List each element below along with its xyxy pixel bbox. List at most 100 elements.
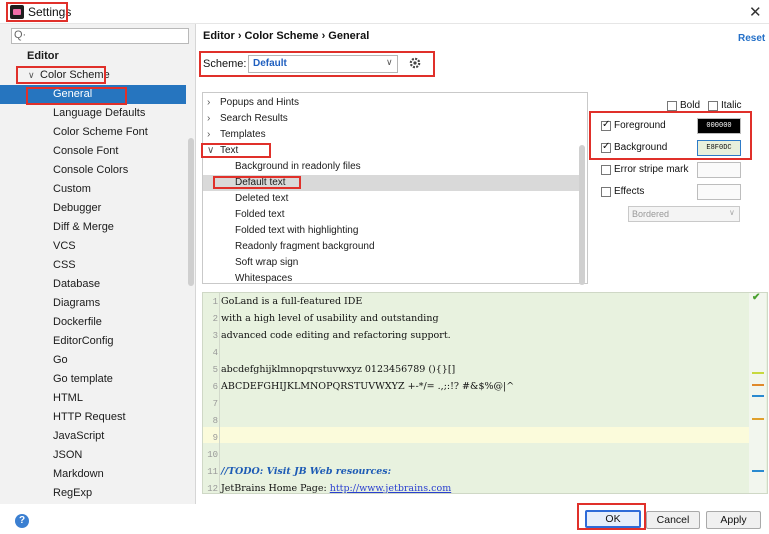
sidebar-item-color-scheme-font[interactable]: Color Scheme Font — [0, 123, 186, 142]
effect-type-dropdown[interactable]: Bordered — [628, 206, 740, 222]
sidebar-item-general[interactable]: General — [0, 85, 186, 104]
option-item[interactable]: Readonly fragment background — [203, 239, 583, 255]
code-link[interactable]: http://www.jetbrains.com — [330, 483, 452, 494]
bold-label: Bold — [680, 100, 701, 111]
search-icon: Q· — [14, 29, 27, 41]
cancel-button[interactable]: Cancel — [646, 511, 700, 529]
sidebar-item-database[interactable]: Database — [0, 275, 186, 294]
background-checkbox[interactable] — [601, 141, 611, 153]
chevron-right-icon[interactable]: › — [207, 127, 210, 143]
option-item[interactable]: Whitespaces — [203, 271, 583, 283]
sidebar-item-diagrams[interactable]: Diagrams — [0, 294, 186, 313]
sidebar-item-label: Editor — [27, 50, 59, 62]
color-options-tree: › Popups and Hints › Search Results › Templat… — [202, 92, 588, 284]
ok-button[interactable]: OK — [585, 510, 641, 528]
option-item[interactable]: ∨ Text — [203, 143, 583, 159]
line-number: 1 — [212, 297, 218, 307]
background-color-swatch[interactable]: E8F0DC — [697, 140, 741, 156]
search-input[interactable] — [11, 28, 189, 44]
chevron-right-icon[interactable]: › — [207, 111, 210, 127]
line-number: 7 — [212, 399, 218, 409]
help-icon[interactable]: ? — [15, 514, 29, 528]
background-label: Background — [614, 142, 668, 153]
sidebar-item-label: Diagrams — [53, 297, 101, 309]
foreground-color-swatch[interactable]: 000000 — [697, 118, 741, 134]
foreground-checkbox[interactable] — [601, 119, 611, 131]
stripe-mark — [752, 372, 764, 374]
effects-checkbox[interactable] — [601, 187, 611, 197]
sidebar-item-json[interactable]: JSON — [0, 446, 186, 465]
chevron-down-icon[interactable]: ∨ — [28, 66, 35, 85]
bold-checkbox[interactable] — [667, 101, 677, 111]
sidebar-item-console-colors[interactable]: Console Colors — [0, 161, 186, 180]
line-number: 5 — [212, 365, 218, 375]
chevron-down-icon[interactable]: ∨ — [207, 143, 214, 159]
line-number: 2 — [212, 314, 218, 324]
option-item[interactable]: Default text — [203, 175, 583, 191]
stripe-mark — [752, 470, 764, 472]
italic-checkbox[interactable] — [708, 101, 718, 111]
sidebar-item-language-defaults[interactable]: Language Defaults — [0, 104, 186, 123]
code-line: JetBrains Home Page: http://www.jetbrain… — [221, 483, 452, 494]
app-icon — [10, 5, 24, 19]
sidebar-item-label: CSS — [53, 259, 76, 271]
sidebar-item-javascript[interactable]: JavaScript — [0, 427, 186, 446]
sidebar-item-http-request[interactable]: HTTP Request — [0, 408, 186, 427]
stripe-mark — [752, 384, 764, 386]
sidebar-item-editorconfig[interactable]: EditorConfig — [0, 332, 186, 351]
sidebar-item-vcs[interactable]: VCS — [0, 237, 186, 256]
code-line: ABCDEFGHIJKLMNOPQRSTUVWXYZ +-*/= .,;:!? … — [221, 381, 515, 392]
sidebar-item-diff-merge[interactable]: Diff & Merge — [0, 218, 186, 237]
option-item[interactable]: › Popups and Hints — [203, 95, 583, 111]
sidebar-item-console-font[interactable]: Console Font — [0, 142, 186, 161]
sidebar-item-debugger[interactable]: Debugger — [0, 199, 186, 218]
sidebar-item-color-scheme[interactable]: ∨ Color Scheme — [0, 66, 186, 85]
sidebar-item-regexp[interactable]: RegExp — [0, 484, 186, 503]
option-item[interactable]: Background in readonly files — [203, 159, 583, 175]
option-item[interactable]: Folded text with highlighting — [203, 223, 583, 239]
sidebar-item-label: VCS — [53, 240, 76, 252]
sidebar-item-label: Markdown — [53, 468, 104, 480]
line-number: 4 — [212, 348, 218, 358]
line-number: 10 — [207, 450, 218, 460]
option-label: Folded text — [235, 209, 285, 220]
sidebar-item-dockerfile[interactable]: Dockerfile — [0, 313, 186, 332]
close-icon[interactable]: ✕ — [749, 3, 762, 21]
effects-swatch[interactable] — [697, 184, 741, 200]
reset-link[interactable]: Reset — [738, 33, 765, 44]
line-number: 9 — [212, 433, 218, 443]
option-item[interactable]: Soft wrap sign — [203, 255, 583, 271]
line-number: 11 — [207, 467, 218, 477]
foreground-label: Foreground — [614, 120, 666, 131]
sidebar-item-css[interactable]: CSS — [0, 256, 186, 275]
error-stripe-checkbox[interactable] — [601, 165, 611, 175]
gear-icon[interactable] — [408, 56, 422, 70]
sidebar-item-markdown[interactable]: Markdown — [0, 465, 186, 484]
sidebar-item-label: Diff & Merge — [53, 221, 114, 233]
sidebar-item-editor[interactable]: Editor — [0, 47, 186, 66]
sidebar-scrollbar[interactable] — [188, 138, 194, 286]
apply-button[interactable]: Apply — [706, 511, 761, 529]
sidebar-item-custom[interactable]: Custom — [0, 180, 186, 199]
option-item[interactable]: Folded text — [203, 207, 583, 223]
chevron-right-icon[interactable]: › — [207, 95, 210, 111]
sidebar-item-html[interactable]: HTML — [0, 389, 186, 408]
check-icon: ✔ — [752, 292, 761, 303]
option-item[interactable]: › Search Results — [203, 111, 583, 127]
sidebar-item-label: Console Colors — [53, 164, 129, 176]
option-item[interactable]: › Templates — [203, 127, 583, 143]
stripe-mark — [752, 418, 764, 420]
sidebar-item-go[interactable]: Go — [0, 351, 186, 370]
option-label: Readonly fragment background — [235, 241, 375, 252]
error-stripe-swatch[interactable] — [697, 162, 741, 178]
caret-row-highlight — [203, 427, 750, 443]
gutter-divider — [219, 293, 220, 493]
stripe-mark — [752, 395, 764, 397]
sidebar-item-go-template[interactable]: Go template — [0, 370, 186, 389]
effects-label: Effects — [614, 186, 645, 197]
error-stripe — [749, 293, 766, 493]
line-number: 8 — [212, 416, 218, 426]
option-item[interactable]: Deleted text — [203, 191, 583, 207]
options-scrollbar[interactable] — [579, 145, 585, 285]
sidebar-item-label: Language Defaults — [53, 107, 146, 119]
